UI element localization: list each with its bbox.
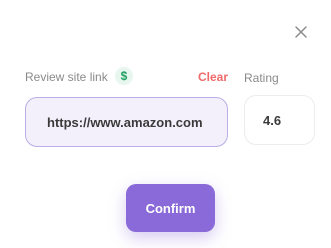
confirm-button[interactable]: Confirm <box>126 184 215 232</box>
clear-button[interactable]: Clear <box>198 70 228 84</box>
rating-label: Rating <box>244 71 279 85</box>
close-icon <box>295 26 307 38</box>
rating-input[interactable] <box>244 95 315 145</box>
close-button[interactable] <box>293 24 309 40</box>
dollar-icon: $ <box>115 67 133 85</box>
review-link-input[interactable] <box>25 97 228 147</box>
dollar-badge-text: $ <box>120 69 128 83</box>
review-link-label: Review site link <box>25 70 108 84</box>
review-dialog: Review site link $ Clear Rating Confirm <box>0 0 331 248</box>
